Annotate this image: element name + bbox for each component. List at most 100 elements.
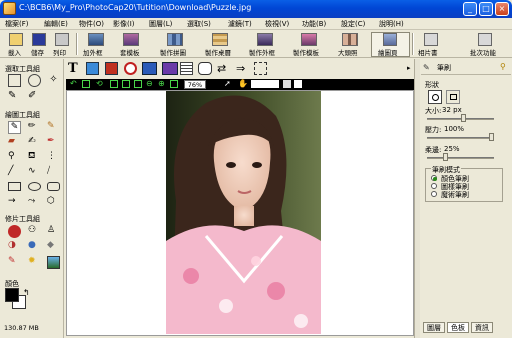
image-tool-icon[interactable] (86, 62, 99, 75)
folder-open-icon[interactable] (9, 33, 23, 46)
menu-edit[interactable]: 編輯(E) (44, 19, 68, 29)
add-frame-button[interactable]: 加外框 (83, 47, 103, 57)
menu-settings[interactable]: 設定(C) (341, 19, 365, 29)
square-shape-button[interactable] (446, 90, 460, 104)
size-slider-thumb[interactable] (461, 114, 466, 122)
pointer-icon[interactable]: ➚ (224, 79, 231, 89)
spray-icon[interactable]: ⋮ (47, 151, 60, 164)
crop-icon[interactable] (254, 62, 267, 75)
foreground-color-swatch[interactable] (5, 288, 19, 302)
menu-filter[interactable]: 濾鏡(T) (228, 19, 252, 29)
landscape-icon[interactable] (47, 256, 60, 269)
red-eye-icon[interactable] (8, 225, 21, 238)
ellipse-select-icon[interactable] (28, 74, 41, 87)
id-photo-icon[interactable] (342, 33, 358, 46)
softness-slider-track[interactable] (427, 157, 494, 159)
pen-select-icon[interactable]: ✐ (28, 90, 41, 103)
zoom-level-field[interactable]: 76% (184, 80, 206, 89)
rect-select-icon[interactable] (8, 74, 21, 87)
round-shape-button[interactable] (428, 90, 442, 104)
white-bg-icon[interactable] (294, 80, 302, 88)
paint-bucket-icon[interactable]: ✎ (8, 256, 21, 269)
magic-brush-label[interactable]: 魔術筆刷 (441, 190, 469, 200)
polygon-icon[interactable]: ⬡ (47, 196, 60, 209)
batch-icon[interactable] (478, 33, 492, 46)
blur-drop-icon[interactable]: ● (28, 240, 41, 253)
frame-tool-icon[interactable] (105, 62, 118, 75)
template-icon[interactable] (123, 33, 139, 46)
fill-icon[interactable]: ⛾ (28, 151, 41, 164)
pattern-brush-radio[interactable] (431, 183, 437, 189)
photo-image[interactable] (166, 91, 321, 334)
lightbulb-icon[interactable]: ✹ (28, 256, 41, 269)
minimize-button[interactable]: _ (463, 2, 477, 16)
close-button[interactable]: × (495, 2, 509, 16)
clock-icon[interactable] (124, 62, 137, 75)
menu-help[interactable]: 說明(H) (379, 19, 404, 29)
photobook-button[interactable]: 相片書 (418, 47, 438, 57)
pressure-slider-thumb[interactable] (489, 133, 494, 141)
wand-icon[interactable]: ✎ (8, 90, 21, 103)
menu-object[interactable]: 物件(O) (79, 19, 104, 29)
double-arrow-icon[interactable]: ⇄ (217, 62, 226, 75)
menu-image[interactable]: 影像(I) (113, 19, 135, 29)
curve-icon[interactable]: ∿ (28, 166, 41, 179)
apply-template-button[interactable]: 套模板 (120, 47, 140, 57)
marker-icon[interactable]: ✒ (47, 136, 60, 149)
tab-info[interactable]: 資訊 (471, 322, 493, 333)
pressure-slider-track[interactable] (427, 137, 494, 139)
frame-toggle-icon[interactable] (110, 80, 118, 88)
eraser-icon[interactable]: ▰ (8, 136, 21, 149)
oval-icon[interactable] (28, 182, 41, 191)
brush-icon[interactable]: ✎ (8, 121, 21, 134)
batch-button[interactable]: 批次功能 (470, 47, 496, 57)
load-button[interactable]: 載入 (8, 47, 21, 57)
hand-icon[interactable]: ✋ (238, 79, 248, 89)
menu-layer[interactable]: 圖層(L) (149, 19, 172, 29)
polyline-icon[interactable]: ⤳ (28, 196, 41, 209)
line-icon[interactable]: ╱ (8, 166, 21, 179)
sharpen-drop-icon[interactable]: ◆ (47, 240, 60, 253)
printer-icon[interactable] (55, 33, 69, 46)
disk-icon[interactable] (32, 33, 46, 46)
people-icon[interactable]: ⚇ (28, 225, 41, 238)
toolbar-expand-icon[interactable]: ▸ (407, 64, 411, 72)
tab-swatches[interactable]: 色板 (447, 322, 469, 333)
menu-select[interactable]: 選取(S) (187, 19, 211, 29)
speech-bubble-icon[interactable] (198, 62, 212, 75)
maximize-button[interactable]: □ (479, 2, 493, 16)
actual-size-icon[interactable] (134, 80, 142, 88)
arrow-line-icon[interactable]: → (8, 196, 21, 209)
clone-icon[interactable]: ⚲ (8, 151, 21, 164)
calendar-icon[interactable] (212, 33, 228, 46)
make-puzzle-button[interactable]: 製作拼圖 (160, 47, 186, 57)
zoom-fit-icon[interactable] (170, 80, 178, 88)
candles-icon[interactable] (162, 62, 178, 75)
pencil-icon[interactable]: ✏ (28, 121, 41, 134)
arrow-right-icon[interactable]: ⇒ (236, 62, 245, 75)
print-button[interactable]: 列印 (53, 47, 66, 57)
round-rect-icon[interactable] (47, 182, 60, 191)
heal-icon[interactable]: ◑ (8, 240, 21, 253)
dropper-icon[interactable]: ⧸ (47, 166, 60, 179)
text-tool-icon[interactable]: T (68, 61, 78, 76)
zoom-in-icon[interactable]: ⊕ (158, 80, 166, 88)
make-frame-icon[interactable] (257, 33, 273, 46)
grid-toggle-icon[interactable] (82, 80, 90, 88)
rotate-icon[interactable]: ⟲ (96, 80, 104, 88)
draw-page-icon[interactable] (383, 33, 397, 46)
photobook-icon[interactable] (424, 33, 438, 46)
zoom-out-icon[interactable]: ⊖ (146, 80, 154, 88)
save-button[interactable]: 儲存 (31, 47, 44, 57)
smudge-icon[interactable]: ✍ (28, 136, 41, 149)
menu-file[interactable]: 檔案(F) (5, 19, 29, 29)
bg-toggle-icon[interactable] (283, 80, 291, 88)
crayon-icon[interactable]: ✎ (47, 121, 60, 134)
undo-icon[interactable]: ↶ (70, 80, 78, 88)
magic-select-icon[interactable]: ✧ (47, 74, 60, 87)
fit-icon[interactable] (122, 80, 130, 88)
table-icon[interactable] (180, 62, 193, 75)
make-template-button[interactable]: 製作模板 (293, 47, 319, 57)
puzzle-icon[interactable] (167, 33, 183, 46)
figure-icon[interactable]: ♙ (47, 225, 60, 238)
